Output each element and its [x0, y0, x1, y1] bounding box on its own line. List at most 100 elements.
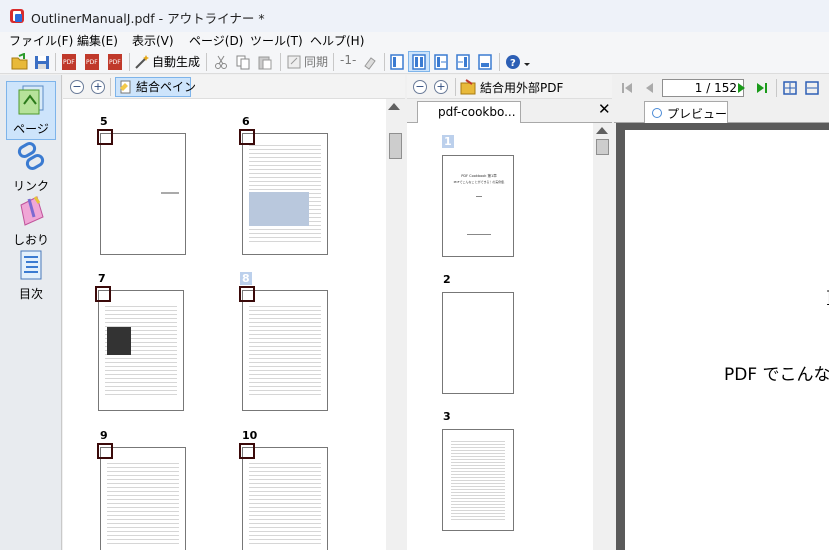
page-marker[interactable] [97, 443, 113, 459]
external-page-thumbnail-1[interactable]: PDF Cookbook 第1章 PDFでこんなことができる！の実例集 [442, 155, 514, 257]
preview-body-text: PDF でこんな [724, 365, 829, 385]
menu-edit[interactable]: 編集(E) [77, 32, 118, 49]
pages-scrollbar[interactable] [386, 99, 405, 550]
menu-page[interactable]: ページ(D) [189, 32, 243, 49]
external-page-title: PDF Cookbook 第1章 [461, 174, 497, 178]
layout-preview-icon[interactable] [477, 53, 493, 71]
fit-page-icon[interactable] [782, 80, 798, 96]
layout-single-icon[interactable] [389, 53, 405, 71]
preview-tab-icon [652, 108, 662, 118]
nav-toc-label: 目次 [18, 287, 43, 301]
external-scrollbar[interactable] [593, 123, 612, 550]
external-page-number-selected: 1 [442, 135, 454, 148]
toolbar: PDF PDF PDF 自動生成 同期 -1- ? [0, 50, 829, 74]
tab-preview[interactable]: プレビュー [644, 101, 728, 123]
preview-tabbar: プレビュー [614, 99, 829, 123]
left-navigation: ページ リンク しおり 目次 [0, 75, 62, 550]
combine-external-label[interactable]: 結合用外部PDF [480, 79, 563, 96]
auto-generate-button[interactable]: 自動生成 [152, 53, 200, 70]
page-thumbnail-grid: 5 6 7 8 9 10 [63, 99, 386, 550]
pdf-export-icon[interactable]: PDF [60, 53, 78, 71]
page-label-button[interactable]: -1- [340, 53, 356, 67]
magic-wand-icon[interactable] [134, 53, 150, 71]
pdf-combine-icon[interactable]: PDF [83, 53, 101, 71]
header-separator [776, 79, 777, 97]
page-text-line [476, 196, 482, 197]
nav-toc-button[interactable]: 目次 [6, 249, 56, 302]
nav-link-label: リンク [12, 179, 49, 193]
toolbar-separator [333, 53, 334, 71]
first-page-icon[interactable] [620, 81, 634, 95]
page-thumbnail-10[interactable] [242, 447, 328, 550]
fit-width-icon[interactable] [804, 80, 820, 96]
nav-bookmark-button[interactable]: しおり [6, 195, 56, 248]
eraser-icon[interactable] [362, 53, 378, 71]
toolbar-separator [280, 53, 281, 71]
pdf-split-icon[interactable]: PDF [106, 53, 124, 71]
sync-button[interactable]: 同期 [304, 53, 328, 70]
cut-icon[interactable] [213, 53, 229, 71]
link-icon [17, 142, 45, 170]
nav-page-label: ページ [13, 122, 49, 136]
page-marker[interactable] [97, 129, 113, 145]
page-number: 9 [100, 429, 108, 442]
page-thumbnail-6[interactable] [242, 133, 328, 255]
zoom-out-button[interactable]: − [70, 80, 84, 94]
layout-split-v-icon[interactable] [455, 53, 471, 71]
scroll-thumb[interactable] [596, 139, 609, 155]
window-title: OutlinerManualJ.pdf - アウトライナー * [31, 11, 265, 26]
sync-icon[interactable] [286, 53, 302, 71]
page-thumbnail-5[interactable] [100, 133, 186, 255]
nav-page-button[interactable]: ページ [6, 81, 56, 140]
page-number-input[interactable]: 1 / 152 [662, 79, 744, 97]
svg-text:PDF: PDF [86, 59, 98, 66]
previous-page-icon[interactable] [642, 81, 656, 95]
save-icon[interactable] [34, 53, 50, 71]
help-dropdown-icon[interactable]: ? [505, 53, 531, 71]
tab-pdf-cookbook-label: pdf-cookbo... [438, 105, 516, 119]
pages-pane: − + 結合ペイン 5 6 7 8 9 10 [63, 75, 405, 550]
external-page-thumbnail-3[interactable] [442, 429, 514, 531]
page-thumbnail-9[interactable] [100, 447, 186, 550]
copy-icon[interactable] [235, 53, 251, 71]
page-number: 10 [242, 429, 258, 442]
svg-text:?: ? [510, 58, 516, 69]
combine-external-icon[interactable] [460, 79, 476, 95]
last-page-icon[interactable] [755, 81, 769, 95]
open-folder-icon[interactable] [11, 53, 29, 71]
toolbar-separator [206, 53, 207, 71]
external-page-thumbnail-2[interactable] [442, 292, 514, 394]
menu-help[interactable]: ヘルプ(H) [310, 32, 364, 49]
scroll-up-icon[interactable] [388, 103, 400, 110]
page-number: 5 [100, 115, 108, 128]
scroll-thumb[interactable] [389, 133, 402, 159]
page-text-line [161, 192, 179, 194]
page-marker[interactable] [239, 443, 255, 459]
close-tab-icon[interactable]: ✕ [598, 100, 611, 118]
menu-tools[interactable]: ツール(T) [250, 32, 303, 49]
external-tabbar: pdf-cookbo... ✕ [407, 99, 612, 123]
page-marker[interactable] [239, 286, 255, 302]
external-pdf-pane: − + 結合用外部PDF pdf-cookbo... ✕ 1 PDF Cookb… [407, 75, 612, 550]
page-marker[interactable] [239, 129, 255, 145]
layout-split-h-icon[interactable] [433, 53, 449, 71]
menu-file[interactable]: ファイル(F) [9, 32, 73, 49]
scroll-up-icon[interactable] [596, 127, 608, 134]
next-page-icon[interactable] [735, 81, 749, 95]
zoom-in-button[interactable]: + [434, 80, 448, 94]
page-figure [107, 327, 131, 355]
zoom-out-button[interactable]: − [413, 80, 427, 94]
menu-view[interactable]: 表示(V) [132, 32, 174, 49]
pages-pane-header: − + 結合ペイン [63, 75, 405, 99]
zoom-in-button[interactable]: + [91, 80, 105, 94]
nav-link-button[interactable]: リンク [6, 141, 56, 194]
layout-double-icon[interactable] [411, 53, 427, 71]
toc-icon [20, 250, 42, 280]
paste-icon[interactable] [257, 53, 273, 71]
combine-pane-button[interactable]: 結合ペイン [115, 77, 196, 97]
page-thumbnail-7[interactable] [98, 290, 184, 411]
page-thumbnail-8[interactable] [242, 290, 328, 411]
svg-text:PDF: PDF [63, 59, 75, 66]
page-marker[interactable] [95, 286, 111, 302]
tab-pdf-cookbook[interactable]: pdf-cookbo... [417, 101, 521, 123]
